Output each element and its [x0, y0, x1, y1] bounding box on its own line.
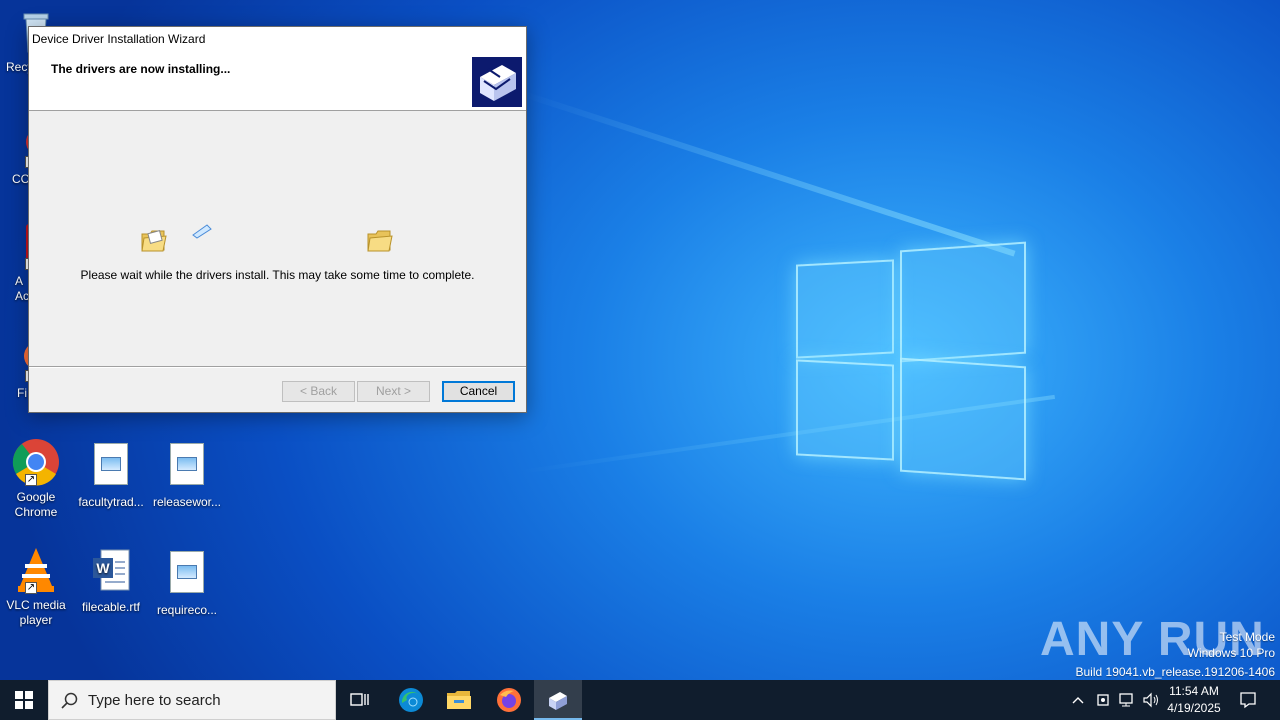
destination-folder-icon [366, 228, 394, 252]
desktop-icon-google-chrome[interactable]: ↗ Google Chrome [0, 438, 73, 520]
windows-logo-wallpaper [796, 241, 1028, 481]
cancel-button[interactable]: Cancel [442, 381, 515, 402]
network-icon [1119, 693, 1133, 707]
window-title: Device Driver Installation Wizard [32, 32, 206, 46]
firefox-taskbar-button[interactable] [485, 680, 533, 720]
network-button[interactable] [1116, 680, 1138, 720]
tray-app-icon [1097, 694, 1109, 706]
clock-date: 4/19/2025 [1167, 701, 1221, 715]
shortcut-arrow-icon: ↗ [25, 582, 37, 594]
taskbar-clock[interactable]: 11:54 AM 4/19/2025 [1160, 683, 1228, 717]
task-view-button[interactable] [336, 680, 384, 720]
word-file-icon: W [93, 549, 130, 591]
desktop-icon-releasewor[interactable]: releasewor... [150, 440, 224, 510]
firefox-icon [497, 688, 521, 712]
wizard-header: Device Driver Installation Wizard The dr… [29, 27, 526, 111]
edge-taskbar-button[interactable] [387, 680, 435, 720]
notifications-button[interactable] [1234, 680, 1262, 720]
notification-icon [1240, 692, 1256, 709]
light-beam [519, 90, 1016, 257]
desktop-icon-vlc[interactable]: ↗ VLC media player [0, 546, 73, 628]
search-icon [61, 692, 78, 709]
search-placeholder: Type here to search [88, 692, 221, 709]
desktop-icon-facultytrad[interactable]: facultytrad... [74, 440, 148, 510]
image-file-icon [94, 443, 128, 485]
wizard-heading: The drivers are now installing... [51, 62, 231, 76]
wizard-message: Please wait while the drivers install. T… [80, 268, 475, 282]
footer-divider [29, 366, 526, 368]
svg-text:W: W [96, 560, 110, 576]
windows-start-icon [15, 691, 33, 709]
desktop-icon-filecable[interactable]: W filecable.rtf [74, 548, 148, 615]
taskbar: Type here to search 11:54 AM 4/19/2025 [0, 680, 1280, 720]
start-button[interactable] [0, 680, 48, 720]
test-mode-text: Test Mode [1219, 630, 1275, 644]
driver-wizard-taskbar-button[interactable] [534, 680, 582, 720]
desktop-icon-requireco[interactable]: requireco... [150, 548, 224, 618]
speaker-icon [1143, 692, 1158, 708]
file-explorer-icon [447, 691, 471, 709]
driver-wizard-logo-icon [472, 57, 522, 107]
file-explorer-taskbar-button[interactable] [435, 680, 483, 720]
image-file-icon [170, 551, 204, 593]
back-button[interactable]: < Back [282, 381, 355, 402]
edge-icon [399, 688, 423, 712]
tray-app-button[interactable] [1092, 680, 1114, 720]
next-button[interactable]: Next > [357, 381, 430, 402]
build-text: Build 19041.vb_release.191206-1406 [1075, 665, 1276, 679]
show-hidden-icons-button[interactable] [1068, 680, 1088, 720]
edition-text: Windows 10 Pro [1187, 646, 1275, 660]
image-file-icon [170, 443, 204, 485]
flying-document-icon [191, 223, 213, 244]
chevron-up-icon [1072, 697, 1084, 704]
source-folder-icon [140, 226, 168, 252]
driver-wizard-icon [549, 692, 567, 710]
shortcut-arrow-icon: ↗ [25, 474, 37, 486]
task-view-icon [350, 693, 369, 706]
clock-time: 11:54 AM [1169, 684, 1219, 698]
taskbar-search-box[interactable]: Type here to search [48, 680, 336, 720]
driver-installation-wizard: Device Driver Installation Wizard The dr… [28, 26, 527, 413]
volume-button[interactable] [1140, 680, 1162, 720]
